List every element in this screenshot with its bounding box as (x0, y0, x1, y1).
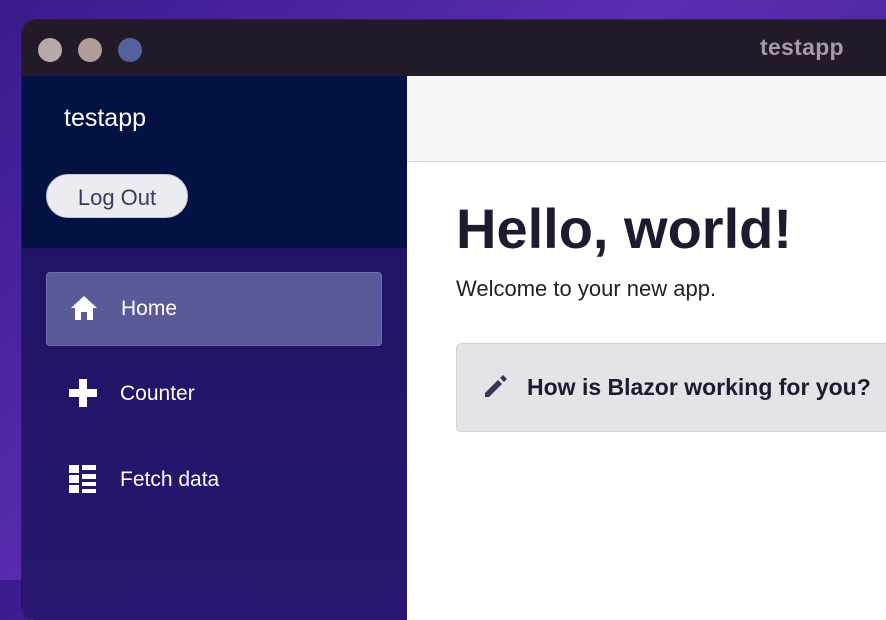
sidebar-item-label: Home (121, 297, 178, 320)
main-content: Hello, world! Welcome to your new app. H… (407, 76, 886, 620)
home-icon (71, 296, 97, 320)
page-title: Hello, world! (456, 197, 792, 260)
sidebar-item-home[interactable]: Home (46, 272, 382, 346)
welcome-text: Welcome to your new app. (456, 276, 717, 301)
sidebar-header: testapp Log Out (22, 76, 407, 248)
title-bar: testapp (22, 20, 886, 76)
app-window: testapp testapp Log Out Home Counter Fet… (22, 20, 886, 620)
pencil-icon (485, 375, 507, 397)
sidebar-item-counter[interactable]: Counter (46, 358, 382, 432)
survey-prompt[interactable]: How is Blazor working for you? (456, 343, 886, 432)
maximize-window-button[interactable] (118, 38, 142, 62)
survey-prompt-text[interactable]: How is Blazor working for you? (527, 374, 871, 401)
minimize-window-button[interactable] (78, 38, 102, 62)
plus-icon (69, 379, 97, 407)
sidebar-item-label: Counter (120, 382, 195, 405)
sidebar-item-fetch-data[interactable]: Fetch data (46, 444, 382, 518)
window-title: testapp (760, 34, 844, 60)
list-icon (69, 465, 96, 493)
brand-name[interactable]: testapp (64, 104, 146, 133)
sidebar-item-label: Fetch data (120, 468, 220, 491)
sidebar: testapp Log Out Home Counter Fetch data (22, 76, 407, 620)
close-window-button[interactable] (38, 38, 62, 62)
logout-button[interactable]: Log Out (46, 174, 188, 218)
top-row (407, 76, 886, 162)
